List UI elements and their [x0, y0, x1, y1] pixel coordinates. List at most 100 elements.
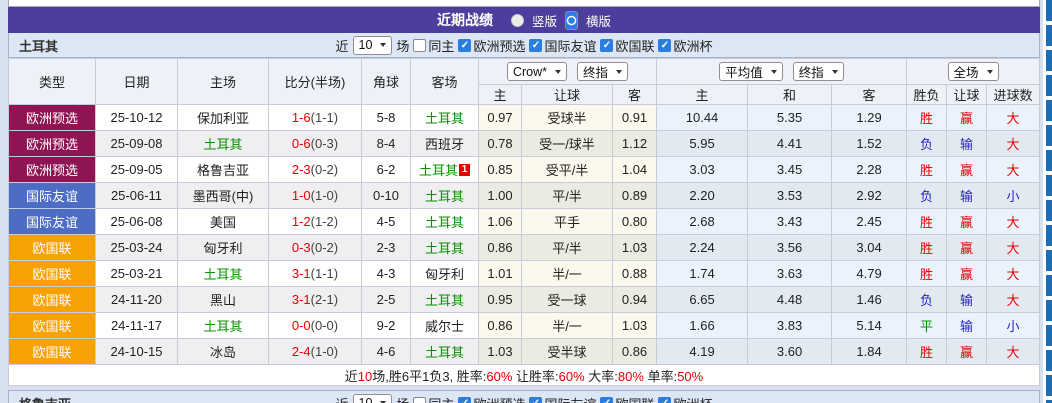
table-row: 欧洲预选25-09-05格鲁吉亚2-3(0-2)6-2土耳其10.85受平/半1… — [9, 157, 1040, 183]
competition-checkbox-group: ✓ 欧国联 — [600, 36, 654, 55]
odds-handicap: 半/一 — [522, 313, 613, 339]
checkbox-checked-icon[interactable]: ✓ — [529, 39, 542, 52]
competition-label: 欧洲预选 — [473, 36, 525, 55]
checkbox-checked-icon[interactable]: ✓ — [600, 397, 613, 403]
match-count-select[interactable]: 10 — [353, 394, 393, 403]
odds-handicap: 平/半 — [522, 183, 613, 209]
competition-label: 国际友谊 — [544, 394, 596, 403]
odds-away: 1.03 — [613, 313, 657, 339]
avg-away: 2.92 — [832, 183, 907, 209]
competition-checkbox-group: ✓ 欧洲预选 — [458, 394, 525, 403]
result-cell: 负 — [907, 287, 947, 313]
vertical-layout-radio[interactable] — [511, 14, 524, 27]
table-row: 欧国联25-03-24匈牙利0-3(0-2)2-3土耳其0.86平/半1.032… — [9, 235, 1040, 261]
team-filter-row: 格鲁吉亚 近 10 场 同主 ✓ 欧洲预选 — [8, 391, 1040, 403]
corner-score: 6-2 — [362, 157, 411, 183]
goals-result-cell: 大 — [987, 131, 1040, 157]
match-date: 25-03-24 — [96, 235, 178, 261]
home-team: 格鲁吉亚 — [178, 157, 269, 183]
avg-home: 1.66 — [657, 313, 748, 339]
team-name: 土耳其 — [19, 36, 58, 55]
odds-handicap: 受一球 — [522, 287, 613, 313]
horizontal-layout-radio[interactable] — [565, 11, 578, 30]
goals-result-cell: 大 — [987, 209, 1040, 235]
chevron-down-icon — [380, 43, 386, 47]
table-row: 国际友谊25-06-08美国1-2(1-2)4-5土耳其1.06平手0.802.… — [9, 209, 1040, 235]
match-type-badge: 欧洲预选 — [9, 105, 96, 131]
match-score: 2-4(1-0) — [269, 339, 362, 365]
games-label: 场 — [396, 36, 409, 55]
match-date: 25-09-08 — [96, 131, 178, 157]
home-team: 墨西哥(中) — [178, 183, 269, 209]
odds-away: 0.88 — [613, 261, 657, 287]
odds-time-select[interactable]: 终指 — [577, 62, 628, 81]
summary-text: 近10场,胜6平1负3, 胜率:60% 让胜率:60% 大率:80% 单率:50… — [9, 365, 1040, 386]
handicap-result-cell: 输 — [947, 287, 987, 313]
scope-value: 全场 — [954, 62, 979, 81]
away-team: 土耳其 — [411, 105, 479, 131]
goals-result-cell: 大 — [987, 261, 1040, 287]
scope-select[interactable]: 全场 — [948, 62, 999, 81]
vertical-layout-label[interactable]: 竖版 — [532, 11, 557, 30]
chevron-down-icon — [987, 70, 993, 74]
avg-draw: 3.60 — [748, 339, 832, 365]
match-date: 24-11-17 — [96, 313, 178, 339]
avg-home: 2.68 — [657, 209, 748, 235]
match-score: 1-2(1-2) — [269, 209, 362, 235]
home-team: 保加利亚 — [178, 105, 269, 131]
horizontal-layout-label[interactable]: 横版 — [586, 11, 611, 30]
avg-source-select[interactable]: 平均值 — [719, 62, 783, 81]
section-title-bar: 近期战绩 竖版 横版 — [8, 7, 1040, 33]
chevron-down-icon — [832, 70, 838, 74]
match-date: 25-06-11 — [96, 183, 178, 209]
match-count-select[interactable]: 10 — [353, 36, 393, 55]
checkbox-checked-icon[interactable]: ✓ — [600, 39, 613, 52]
competition-label: 欧洲杯 — [673, 394, 712, 403]
match-count-value: 10 — [359, 396, 373, 403]
match-date: 25-09-05 — [96, 157, 178, 183]
handicap-result-cell: 输 — [947, 131, 987, 157]
match-date: 25-06-08 — [96, 209, 178, 235]
col-header-date: 日期 — [96, 59, 178, 105]
result-cell: 胜 — [907, 339, 947, 365]
chevron-down-icon — [771, 70, 777, 74]
handicap-result-cell: 赢 — [947, 105, 987, 131]
avg-draw: 3.83 — [748, 313, 832, 339]
checkbox-checked-icon[interactable]: ✓ — [529, 397, 542, 403]
odds-home: 0.78 — [479, 131, 522, 157]
result-cell: 胜 — [907, 105, 947, 131]
checkbox-checked-icon[interactable]: ✓ — [458, 39, 471, 52]
same-home-checkbox[interactable] — [413, 397, 426, 403]
checkbox-checked-icon[interactable]: ✓ — [658, 397, 671, 403]
checkbox-checked-icon[interactable]: ✓ — [658, 39, 671, 52]
odds-away: 0.80 — [613, 209, 657, 235]
competition-checkbox-group: ✓ 欧洲杯 — [658, 394, 712, 403]
avg-home: 2.20 — [657, 183, 748, 209]
col-header-avg-home: 主 — [657, 85, 748, 105]
avg-draw: 5.35 — [748, 105, 832, 131]
odds-source-header: Crow* 终指 — [479, 59, 657, 85]
avg-source-value: 平均值 — [725, 62, 763, 81]
goals-result-cell: 小 — [987, 313, 1040, 339]
filter-controls: 近 10 场 同主 ✓ 欧洲预选 ✓ 国际友谊 — [335, 36, 712, 55]
competition-label: 欧洲杯 — [673, 36, 712, 55]
match-rows: 欧洲预选25-10-12保加利亚1-6(1-1)5-8土耳其0.97受球半0.9… — [9, 105, 1040, 365]
odds-away: 1.04 — [613, 157, 657, 183]
col-header-home: 主场 — [178, 59, 269, 105]
chevron-down-icon — [616, 70, 622, 74]
odds-source-value: Crow* — [513, 65, 547, 79]
away-team: 土耳其1 — [411, 157, 479, 183]
avg-home: 6.65 — [657, 287, 748, 313]
summary-row: 近10场,胜6平1负3, 胜率:60% 让胜率:60% 大率:80% 单率:50… — [9, 365, 1040, 386]
odds-handicap: 受平/半 — [522, 157, 613, 183]
avg-draw: 4.48 — [748, 287, 832, 313]
page-scrollbar[interactable] — [1043, 0, 1052, 403]
match-score: 3-1(1-1) — [269, 261, 362, 287]
odds-source-select[interactable]: Crow* — [507, 62, 567, 81]
odds-home: 1.03 — [479, 339, 522, 365]
goals-result-cell: 大 — [987, 157, 1040, 183]
avg-draw: 3.45 — [748, 157, 832, 183]
same-home-checkbox[interactable] — [413, 39, 426, 52]
checkbox-checked-icon[interactable]: ✓ — [458, 397, 471, 403]
avg-time-select[interactable]: 终指 — [793, 62, 844, 81]
